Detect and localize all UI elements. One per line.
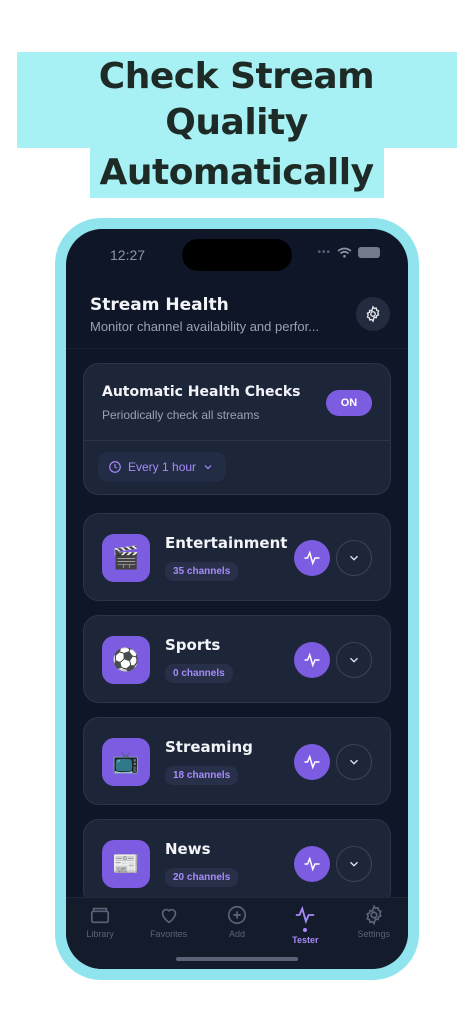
- home-indicator: [176, 957, 298, 961]
- pulse-icon: [304, 652, 320, 668]
- category-name: Sports: [165, 636, 221, 654]
- channel-count-badge: 0 channels: [165, 664, 233, 683]
- test-category-button[interactable]: [294, 540, 330, 576]
- signal-icon: •••: [317, 247, 331, 258]
- promo-headline: Check Stream Quality Automatically: [0, 52, 473, 198]
- interval-label: Every 1 hour: [128, 460, 197, 474]
- wifi-icon: [337, 247, 352, 258]
- tab-label: Add: [228, 929, 245, 939]
- tab-label: Settings: [357, 929, 391, 939]
- dynamic-island: [182, 239, 292, 271]
- interval-selector[interactable]: Every 1 hour: [98, 452, 227, 482]
- promo-line-2: Automatically: [89, 148, 384, 198]
- channel-count-badge: 20 channels: [165, 868, 239, 887]
- auto-check-toggle[interactable]: ON: [326, 390, 372, 416]
- category-name: News: [165, 840, 211, 858]
- expand-category-button[interactable]: [336, 744, 372, 780]
- channel-count-badge: 18 channels: [165, 766, 239, 785]
- phone-frame: 12:27 ••• Stream Health Monitor channel …: [55, 218, 419, 980]
- chevron-down-icon: [204, 465, 212, 470]
- expand-category-button[interactable]: [336, 846, 372, 882]
- plus-circle-icon: [227, 905, 247, 925]
- folder-icon: [91, 907, 110, 924]
- auto-check-subtitle: Periodically check all streams: [102, 408, 260, 422]
- test-category-button[interactable]: [294, 642, 330, 678]
- gear-icon: [366, 305, 380, 323]
- expand-category-button[interactable]: [336, 642, 372, 678]
- test-category-button[interactable]: [294, 744, 330, 780]
- pulse-icon: [296, 905, 315, 925]
- auto-check-title: Automatic Health Checks: [102, 384, 301, 400]
- clapperboard-icon: 🎬: [102, 534, 150, 582]
- chevron-down-icon: [350, 861, 358, 867]
- tab-label: Library: [86, 929, 114, 939]
- category-name: Entertainment: [165, 534, 288, 552]
- chevron-down-icon: [350, 759, 358, 765]
- heart-icon: [161, 908, 176, 924]
- tab-settings[interactable]: Settings: [344, 904, 404, 969]
- card-divider: [84, 440, 390, 441]
- auto-health-check-card: Automatic Health Checks Periodically che…: [83, 363, 391, 495]
- category-card-news[interactable]: 📰 News 20 channels: [83, 819, 391, 907]
- tab-label: Favorites: [150, 929, 188, 939]
- category-name: Streaming: [165, 738, 253, 756]
- test-category-button[interactable]: [294, 846, 330, 882]
- promo-line-1: Check Stream Quality: [16, 52, 457, 148]
- page-subtitle: Monitor channel availability and perfor.…: [90, 319, 320, 334]
- category-card-sports[interactable]: ⚽ Sports 0 channels: [83, 615, 391, 703]
- pulse-icon: [304, 754, 320, 770]
- active-tab-indicator: [303, 928, 308, 932]
- status-time: 12:27: [110, 247, 146, 263]
- settings-button[interactable]: [356, 297, 390, 331]
- expand-category-button[interactable]: [336, 540, 372, 576]
- battery-icon: [358, 247, 380, 258]
- category-card-streaming[interactable]: 📺 Streaming 18 channels: [83, 717, 391, 805]
- newspaper-icon: 📰: [102, 840, 150, 888]
- tab-library[interactable]: Library: [70, 904, 130, 969]
- chevron-down-icon: [350, 555, 358, 561]
- tab-label: Tester: [292, 935, 319, 945]
- pulse-icon: [304, 856, 320, 872]
- status-icons: •••: [317, 247, 380, 258]
- soccer-ball-icon: ⚽: [102, 636, 150, 684]
- status-bar: 12:27 •••: [66, 229, 408, 279]
- category-card-entertainment[interactable]: 🎬 Entertainment 35 channels: [83, 513, 391, 601]
- chevron-down-icon: [350, 657, 358, 663]
- television-icon: 📺: [102, 738, 150, 786]
- channel-count-badge: 35 channels: [165, 562, 239, 581]
- gear-icon: [365, 904, 382, 926]
- pulse-icon: [304, 550, 320, 566]
- phone-screen: 12:27 ••• Stream Health Monitor channel …: [66, 229, 408, 969]
- page-title: Stream Health: [90, 295, 229, 315]
- page-header: Stream Health Monitor channel availabili…: [66, 287, 408, 349]
- clock-icon: [109, 461, 121, 473]
